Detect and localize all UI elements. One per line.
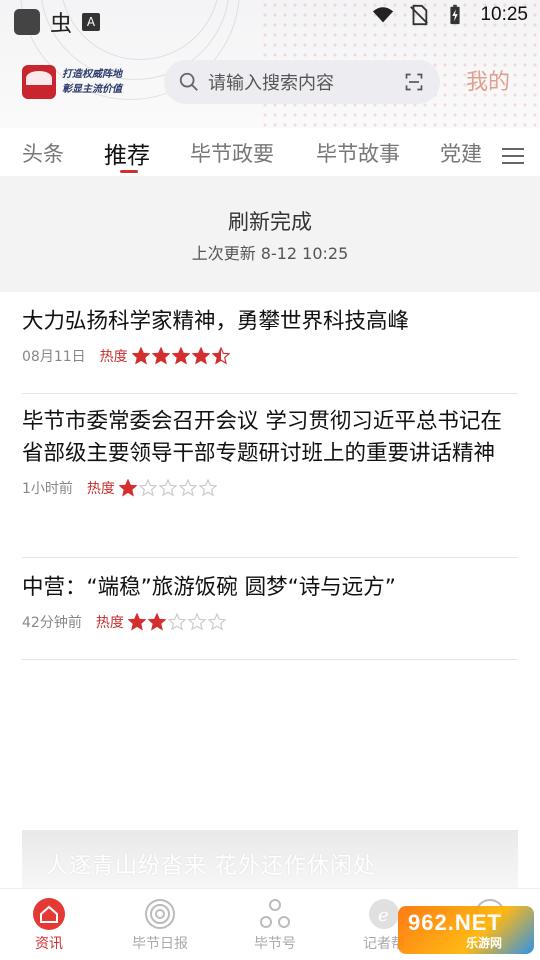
star-icon xyxy=(127,613,146,631)
star-icon xyxy=(151,347,170,365)
app-notification-icon xyxy=(14,9,40,35)
news-time: 42分钟前 xyxy=(22,615,82,631)
logo-slogan-2: 彰显主流价值 xyxy=(62,84,122,95)
tab-headline[interactable]: 头条 xyxy=(22,138,64,168)
star-icon xyxy=(147,613,166,631)
heat-stars xyxy=(131,347,232,365)
news-time: 1小时前 xyxy=(22,481,73,497)
tab-party-building[interactable]: 党建 xyxy=(440,138,482,168)
home-icon xyxy=(33,898,65,930)
watermark-subtext: 乐游网 xyxy=(466,936,503,950)
star-icon xyxy=(187,613,206,631)
clock: 10:25 xyxy=(480,4,528,25)
tab-bijie-politics[interactable]: 毕节政要 xyxy=(190,138,274,168)
news-item[interactable]: 毕节市委常委会召开会议 学习贯彻习近平总书记在省部级主要领导干部专题研讨班上的重… xyxy=(22,406,518,558)
svg-text:e: e xyxy=(378,905,389,926)
news-title: 毕节市委常委会召开会议 学习贯彻习近平总书记在省部级主要领导干部专题研讨班上的重… xyxy=(22,409,502,466)
star-icon xyxy=(171,347,190,365)
star-icon xyxy=(178,479,197,497)
heat-label: 热度 xyxy=(95,615,124,631)
refresh-title: 刷新完成 xyxy=(228,210,312,234)
watermark-logo: 962.NET 乐游网 xyxy=(398,906,534,954)
nav-label: 毕节号 xyxy=(254,936,296,952)
news-item[interactable]: 中营：“端稳”旅游饭碗 圆梦“诗与远方” 42分钟前 热度 xyxy=(22,572,518,660)
news-title: 中营：“端稳”旅游饭碗 圆梦“诗与远方” xyxy=(22,575,396,600)
tab-recommend[interactable]: 推荐 xyxy=(104,136,150,170)
battery-charging-icon xyxy=(450,4,461,25)
nav-bijie-daily[interactable]: 毕节日报 xyxy=(106,897,214,953)
refresh-status: 刷新完成 上次更新 8-12 10:25 xyxy=(0,176,540,292)
star-icon xyxy=(211,347,230,365)
star-icon xyxy=(191,347,210,365)
app-logo[interactable]: 打造权威阵地 彰显主流价值 xyxy=(22,64,140,100)
news-title: 大力弘扬科学家精神，勇攀世界科技高峰 xyxy=(22,309,410,334)
nav-label: 资讯 xyxy=(35,936,63,952)
featured-banner[interactable]: 人逐青山纷沓来 花外还作休闲处 xyxy=(22,830,518,888)
logo-mark-icon xyxy=(22,65,56,99)
nav-news[interactable]: 资讯 xyxy=(0,897,103,953)
banner-title: 人逐青山纷沓来 花外还作休闲处 xyxy=(46,854,376,879)
star-icon xyxy=(167,613,186,631)
network-icon xyxy=(260,899,290,928)
search-placeholder: 请输入搜索内容 xyxy=(208,73,334,94)
logo-slogan-1: 打造权威阵地 xyxy=(62,69,122,80)
search-bar[interactable]: 请输入搜索内容 xyxy=(164,60,440,104)
heat-stars xyxy=(127,613,228,631)
wifi-icon xyxy=(373,7,394,23)
newspaper-icon xyxy=(145,899,175,929)
active-tab-indicator xyxy=(120,170,138,173)
heat-label: 热度 xyxy=(86,481,115,497)
news-item[interactable]: 大力弘扬科学家精神，勇攀世界科技高峰 08月11日 热度 xyxy=(22,306,518,394)
star-icon xyxy=(138,479,157,497)
tab-bijie-stories[interactable]: 毕节故事 xyxy=(316,138,400,168)
heat-label: 热度 xyxy=(99,349,128,365)
watermark-text: 962.NET xyxy=(408,910,502,935)
star-icon xyxy=(118,479,137,497)
scan-icon[interactable] xyxy=(404,72,424,92)
e-icon: e xyxy=(369,899,399,929)
a-badge-icon: A xyxy=(82,13,101,31)
star-icon xyxy=(158,479,177,497)
star-icon xyxy=(198,479,217,497)
search-icon xyxy=(179,72,198,91)
menu-icon[interactable] xyxy=(502,148,524,166)
refresh-time: 上次更新 8-12 10:25 xyxy=(191,244,349,263)
star-icon xyxy=(207,613,226,631)
category-tabs: 头条 推荐 毕节政要 毕节故事 党建 xyxy=(0,128,540,176)
heat-stars xyxy=(118,479,219,497)
nav-label: 毕节日报 xyxy=(132,936,188,952)
mine-button[interactable]: 我的 xyxy=(466,64,510,96)
no-sim-icon xyxy=(410,4,429,26)
status-bar: 虫 A 10:25 xyxy=(0,0,540,37)
star-icon xyxy=(131,347,150,365)
bug-icon: 虫 xyxy=(50,12,73,37)
news-time: 08月11日 xyxy=(22,349,86,365)
nav-bijie-account[interactable]: 毕节号 xyxy=(221,897,329,953)
